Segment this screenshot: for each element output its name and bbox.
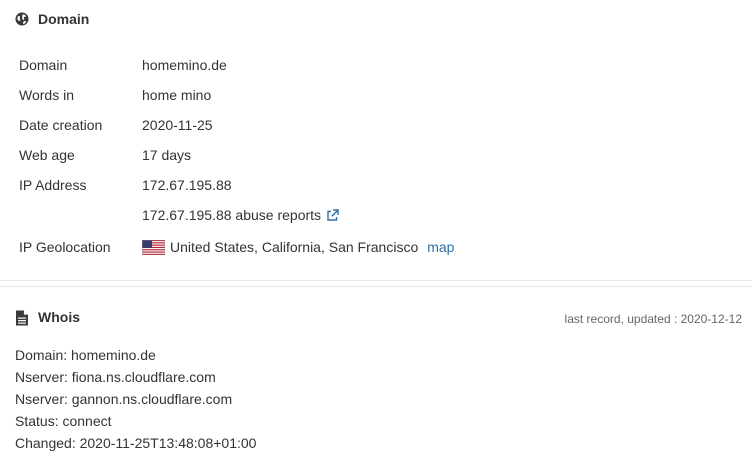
whois-section-title: Whois	[38, 309, 80, 325]
whois-line-domain: Domain: homemino.de	[15, 347, 156, 363]
whois-line-nserver-2: Nserver: gannon.ns.cloudflare.com	[15, 391, 233, 407]
whois-section-header: Whois	[15, 309, 80, 326]
whois-line-status: Status: connect	[15, 413, 112, 429]
geo-value-wrap: United States, California, San Francisco…	[141, 239, 454, 255]
external-link-icon	[326, 208, 339, 222]
abuse-reports-link[interactable]: 172.67.195.88 abuse reports	[142, 207, 339, 223]
creation-value: 2020-11-25	[142, 117, 213, 133]
domain-section-title: Domain	[38, 11, 90, 27]
webage-value: 17 days	[142, 147, 192, 163]
geo-label: IP Geolocation	[19, 239, 111, 255]
webage-label: Web age	[19, 147, 75, 163]
domain-value: homemino.de	[142, 57, 227, 73]
whois-line-nserver-1: Nserver: fiona.ns.cloudflare.com	[15, 369, 216, 385]
whois-updated-date: last record, updated : 2020-12-12	[564, 312, 742, 326]
us-flag-icon	[141, 239, 166, 255]
abuse-row: 172.67.195.88 abuse reports	[19, 200, 454, 230]
section-divider-top	[0, 280, 752, 281]
geo-row: IP Geolocation United States, California…	[19, 232, 454, 262]
domain-row: Domain homemino.de	[19, 50, 454, 80]
globe-icon	[15, 12, 29, 26]
words-label: Words in	[19, 87, 74, 103]
whois-line-changed: Changed: 2020-11-25T13:48:08+01:00	[15, 435, 257, 451]
creation-label: Date creation	[19, 117, 103, 133]
words-row: Words in home mino	[19, 80, 454, 110]
webage-row: Web age 17 days	[19, 140, 454, 170]
domain-section-header: Domain	[15, 11, 89, 27]
document-icon	[15, 310, 29, 326]
section-divider-bottom	[0, 286, 752, 287]
creation-row: Date creation 2020-11-25	[19, 110, 454, 140]
ip-label: IP Address	[19, 177, 87, 193]
whois-record: Domain: homemino.de Nserver: fiona.ns.cl…	[15, 344, 256, 454]
domain-info-table: Domain homemino.de Words in home mino Da…	[19, 50, 454, 262]
ip-row: IP Address 172.67.195.88	[19, 170, 454, 200]
domain-label: Domain	[19, 57, 68, 73]
geo-location-text: United States, California, San Francisco	[170, 239, 419, 255]
map-link[interactable]: map	[427, 239, 454, 255]
ip-address-link[interactable]: 172.67.195.88	[142, 177, 232, 193]
words-value: home mino	[142, 87, 212, 103]
abuse-reports-text: 172.67.195.88 abuse reports	[142, 207, 322, 223]
